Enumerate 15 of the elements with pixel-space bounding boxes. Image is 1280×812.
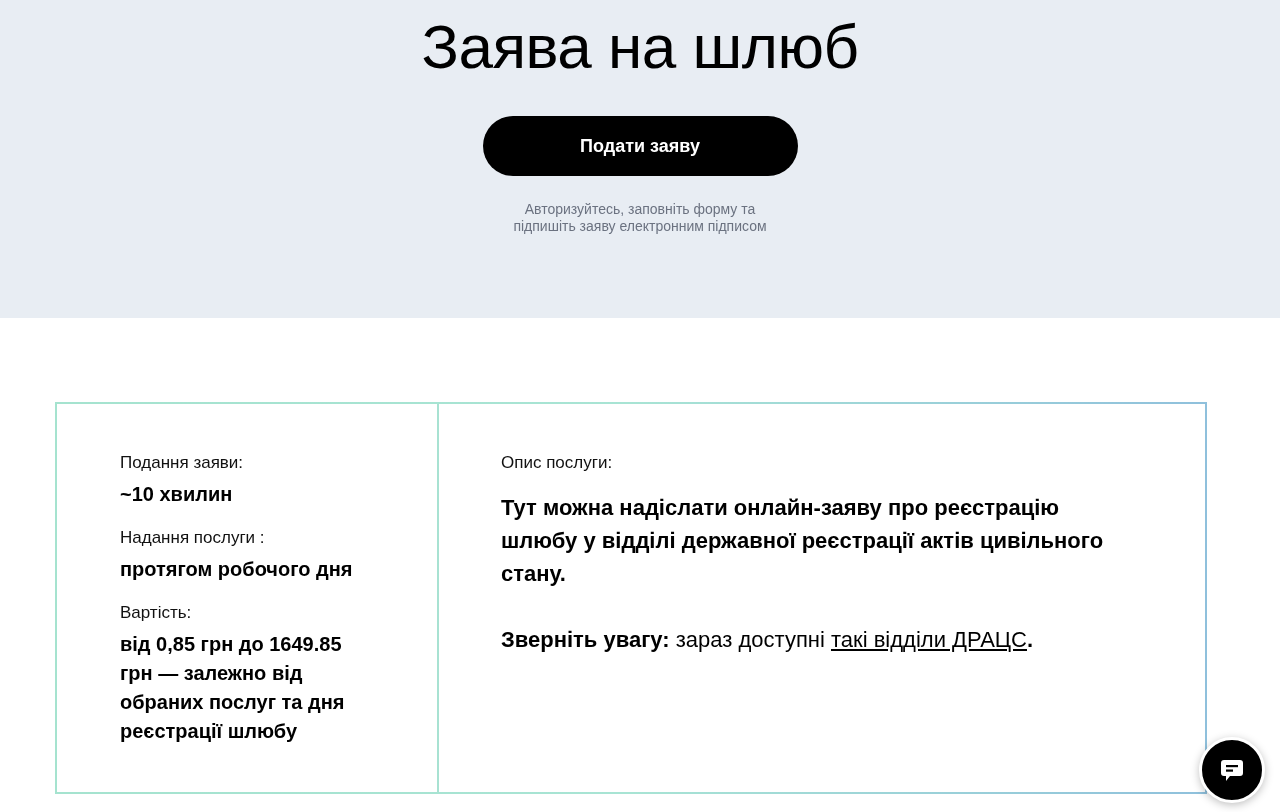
detail-label: Подання заяви: xyxy=(120,452,245,474)
chat-bubble-icon xyxy=(1221,759,1243,781)
detail-value: протягом робочого дня xyxy=(120,557,354,582)
detail-label: Вартість: xyxy=(120,602,193,624)
detail-label: Надання послуги : xyxy=(120,527,266,549)
description-text: Тут можна надіслати онлайн-заяву про реєстрацію шлюбу у відділі державної реєстрації актів цивільного стану. xyxy=(501,494,1105,588)
submit-application-button[interactable]: Подати заяву xyxy=(482,116,798,176)
notice-text: Зверніть увагу: зараз доступні такі відділи ДРАЦС. xyxy=(501,626,1035,654)
detail-value: ~10 хвилин xyxy=(120,482,234,507)
chat-button[interactable] xyxy=(1199,737,1265,803)
description-label: Опис послуги: xyxy=(501,452,614,474)
page-title: Заява на шлюб xyxy=(421,12,859,82)
hint-text: Авторизуйтесь, заповніть форму та підпишіть заяву електронним підписом xyxy=(512,201,768,235)
drats-offices-link[interactable]: такі відділи ДРАЦС xyxy=(831,627,1027,652)
detail-value: від 0,85 грн до 1649.85 грн — залежно від обраних послуг та дня реєстрації шлюбу xyxy=(120,632,346,744)
